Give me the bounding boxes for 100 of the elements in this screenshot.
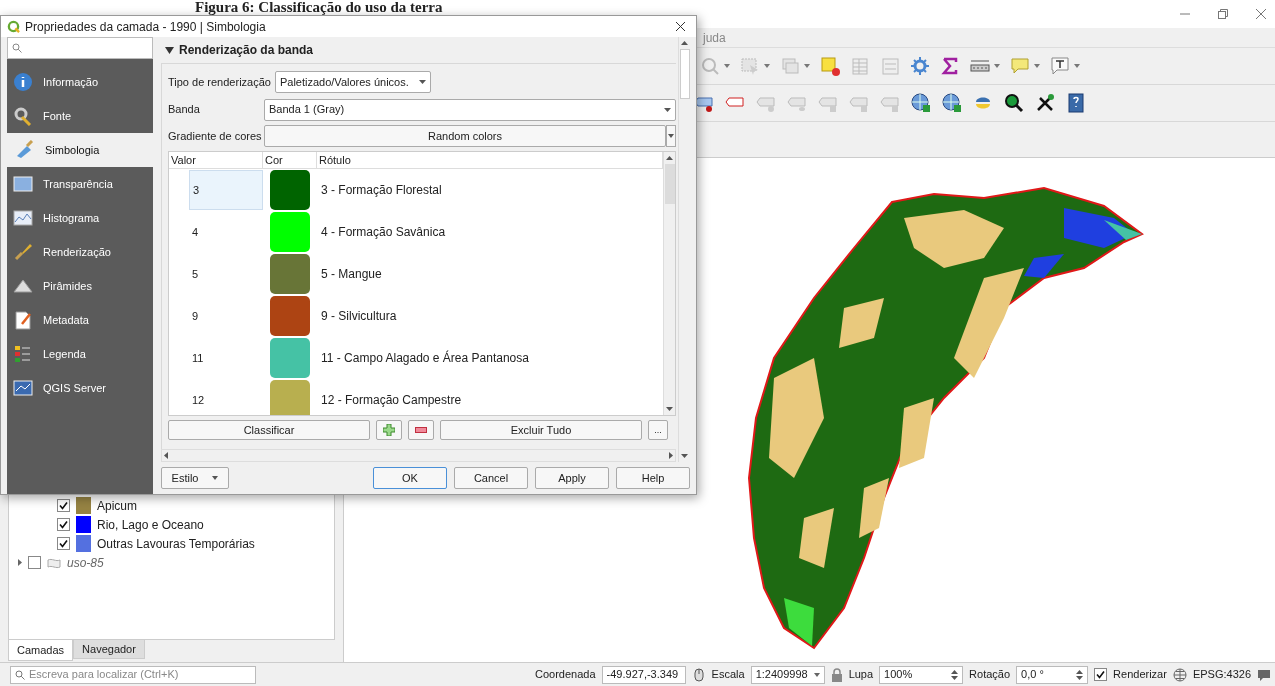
dropdown-button[interactable] — [666, 125, 676, 147]
search-field[interactable] — [7, 37, 153, 59]
info-icon — [13, 72, 33, 92]
dropdown-caret-icon — [724, 64, 730, 68]
checkbox[interactable] — [57, 499, 70, 512]
spinner-arrows-icon — [951, 668, 959, 681]
legend-label: Outras Lavouras Temporárias — [97, 535, 255, 553]
dropdown-caret-icon — [813, 672, 820, 677]
color-swatch[interactable] — [270, 254, 310, 294]
globe-icon[interactable] — [1172, 667, 1187, 682]
table-cell[interactable]: 4 — [189, 212, 263, 252]
style-dropdown[interactable]: Estilo — [161, 467, 229, 489]
color-swatch[interactable] — [270, 212, 310, 252]
dropdown-caret-icon — [804, 64, 810, 68]
legend-icon — [13, 344, 33, 364]
column-header[interactable]: Cor — [263, 152, 317, 168]
sigma-icon[interactable] — [940, 56, 960, 76]
table-cell[interactable]: 3 — [189, 170, 263, 210]
window-title: Propriedades da camada - 1990 | Simbologia — [25, 18, 266, 36]
checkbox[interactable] — [1094, 668, 1108, 681]
globe-icon[interactable] — [942, 93, 962, 113]
dropdown[interactable]: Paletizado/Valores únicos. — [274, 71, 431, 93]
dialog-button[interactable]: Help — [616, 467, 690, 489]
checkbox[interactable] — [28, 556, 41, 569]
color-swatch[interactable] — [270, 380, 310, 415]
horizontal-scrollbar[interactable] — [161, 449, 676, 462]
classify-button[interactable]: Classificar — [168, 420, 370, 440]
checkbox[interactable] — [57, 537, 70, 550]
table-cell[interactable]: 5 — [189, 254, 263, 294]
mouse-icon[interactable] — [691, 667, 706, 682]
color-ramp-button[interactable]: Random colors — [264, 125, 666, 147]
color-swatch[interactable] — [270, 170, 310, 210]
table-cell-text: 11 - Campo Alagado e Área Pantanosa — [320, 349, 529, 367]
lock-icon[interactable] — [830, 667, 843, 682]
coordinate-field[interactable]: -49.927,-3.349 — [601, 665, 686, 684]
spinner-arrows-icon — [1076, 668, 1084, 681]
field-label: Tipo de renderização — [168, 74, 271, 90]
layer-name[interactable]: uso-85 — [67, 553, 104, 572]
search-field[interactable]: Escreva para localizar (Ctrl+K) — [10, 665, 256, 684]
messages-icon[interactable] — [1257, 667, 1271, 682]
deselect-icon[interactable] — [820, 56, 840, 76]
scrollbar[interactable] — [663, 152, 675, 415]
dropdown-caret-icon — [212, 476, 219, 480]
table-cell-text: 9 - Silvicultura — [320, 308, 397, 325]
delete-all-button[interactable]: Excluir Tudo — [440, 420, 642, 440]
checkbox-label: Renderizar — [1113, 667, 1167, 683]
restore-icon[interactable] — [1217, 8, 1229, 20]
dialog-button[interactable]: Apply — [535, 467, 609, 489]
sidebar-item[interactable]: Fonte — [7, 99, 153, 133]
add-button[interactable] — [376, 420, 402, 440]
close-icon[interactable] — [675, 21, 686, 32]
remove-button[interactable] — [408, 420, 434, 440]
sidebar-item[interactable]: Informação — [7, 65, 153, 99]
table-cell-text: 12 - Formação Campestre — [320, 392, 462, 409]
sidebar-item[interactable]: Simbologia — [7, 133, 153, 167]
dialog-button[interactable]: Cancel — [454, 467, 528, 489]
sidebar-item[interactable]: Legenda — [7, 337, 153, 371]
dropdown-caret-icon — [764, 64, 770, 68]
table-cell-text: 5 - Mangue — [320, 266, 382, 283]
help-book-icon[interactable] — [1066, 93, 1086, 113]
checkbox[interactable] — [57, 518, 70, 531]
panel-tab[interactable]: Camadas — [8, 640, 74, 661]
panel-tab[interactable]: Navegador — [73, 640, 145, 659]
field-label: Banda — [168, 102, 201, 118]
color-swatch[interactable] — [270, 296, 310, 336]
text-annotation-icon[interactable] — [1050, 56, 1070, 76]
scale-dropdown[interactable]: 1:2409998 — [750, 665, 825, 684]
gear-icon[interactable] — [910, 56, 930, 76]
table-cell[interactable]: 9 — [189, 296, 263, 336]
table-cell[interactable]: 11 — [189, 338, 263, 378]
section-header[interactable]: Renderização da banda — [179, 41, 314, 59]
caption: Figura 6: Classificação do uso da terra — [195, 0, 443, 15]
sidebar-item[interactable]: Histograma — [7, 201, 153, 235]
dialog-button[interactable]: OK — [373, 467, 447, 489]
sidebar-item[interactable]: Pirâmides — [7, 269, 153, 303]
plus-icon — [383, 424, 395, 436]
collapse-caret-icon[interactable] — [165, 45, 174, 55]
sidebar-item[interactable]: Renderização — [7, 235, 153, 269]
color-swatch[interactable] — [270, 338, 310, 378]
more-button[interactable]: ... — [648, 420, 668, 440]
globe-icon[interactable] — [911, 93, 931, 113]
sidebar-item[interactable]: Transparência — [7, 167, 153, 201]
dropdown-caret-icon — [994, 64, 1000, 68]
magnifier-icon[interactable] — [1004, 93, 1024, 113]
dropdown[interactable]: Banda 1 (Gray) — [264, 98, 676, 121]
scroll-thumb[interactable] — [664, 164, 675, 204]
minus-icon — [415, 427, 427, 433]
scroll-left-icon[interactable] — [164, 452, 168, 459]
expand-arrow-icon[interactable] — [17, 559, 23, 566]
table-cell[interactable]: 12 — [189, 380, 263, 415]
rotation-field[interactable]: 0,0 ° — [1016, 665, 1089, 684]
table-cell-text: 3 - Formação Florestal — [320, 182, 442, 199]
sidebar-item[interactable]: Metadata — [7, 303, 153, 337]
scroll-right-icon[interactable] — [669, 452, 673, 459]
column-header[interactable]: Valor — [169, 152, 263, 168]
scroll-thumb[interactable] — [679, 49, 690, 99]
magnifier-field[interactable]: 100% — [879, 665, 964, 684]
search-icon — [15, 669, 25, 680]
field-label: Coordenada — [535, 667, 596, 683]
sidebar-item[interactable]: QGIS Server — [7, 371, 153, 405]
